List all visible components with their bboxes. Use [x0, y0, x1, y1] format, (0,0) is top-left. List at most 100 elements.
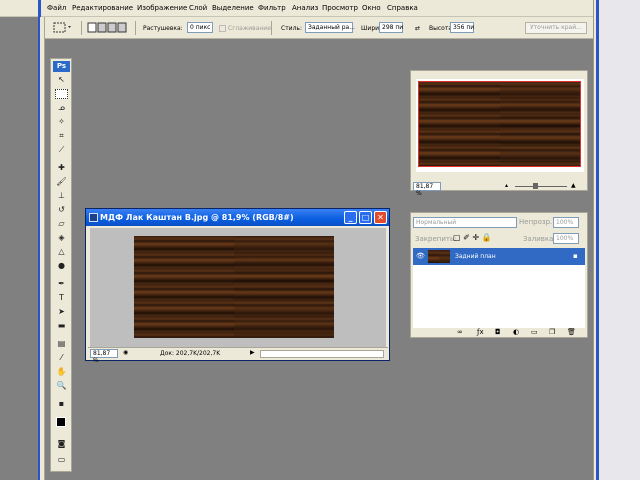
layers-panel: Нормальный Непрозр.: 100% Закрепить: ▢ ✐… — [410, 212, 588, 338]
eyedropper-tool-icon[interactable]: ⁄ — [55, 353, 68, 363]
brush-tool-icon[interactable]: 🖌 — [55, 177, 68, 187]
foreground-color-swatch[interactable] — [56, 417, 66, 427]
ps-logo: Ps — [53, 61, 70, 72]
path-select-tool-icon[interactable]: ➤ — [55, 307, 68, 317]
blend-mode-value: Нормальный — [416, 219, 457, 226]
horizontal-scrollbar[interactable] — [260, 350, 384, 358]
blur-tool-icon[interactable]: △ — [55, 247, 68, 257]
screen-mode-icon[interactable]: ▭ — [55, 455, 68, 465]
shape-tool-icon[interactable]: ▬ — [55, 321, 68, 331]
menu-bar: Файл Редактирование Изображение Слой Выд… — [0, 0, 600, 17]
refine-edge-button[interactable]: Уточнить край... — [525, 22, 587, 34]
width-input[interactable]: 298 пи — [379, 22, 403, 33]
document-title-bar[interactable]: МДФ Лак Каштан В.jpg @ 81,9% (RGB/8#) _ … — [86, 209, 389, 226]
desktop-edge — [600, 0, 640, 480]
marquee-tool-preset-icon[interactable] — [53, 21, 73, 33]
magic-wand-tool-icon[interactable]: ✧ — [55, 117, 68, 127]
layer-lock-icon: ▪ — [573, 252, 578, 260]
navigator-view-box[interactable] — [418, 81, 581, 167]
navigator-panel: 81,87 % ▴ ▲ — [410, 70, 588, 197]
document-status-bar: 81,87 % ◉ Док: 202,7K/202,7K ▶ — [88, 347, 388, 364]
rect-marquee-tool-icon[interactable] — [55, 89, 68, 99]
wood-texture-image — [134, 236, 334, 338]
delete-layer-icon[interactable]: 🗑 — [567, 328, 576, 336]
antialias-label: Сглаживание — [228, 24, 271, 32]
link-layers-icon[interactable]: ∞ — [457, 328, 463, 336]
document-window: МДФ Лак Каштан В.jpg @ 81,9% (RGB/8#) _ … — [85, 208, 390, 364]
bucket-tool-icon[interactable]: ◈ — [55, 233, 68, 243]
navigator-zoom-field[interactable]: 81,87 % — [413, 182, 441, 197]
zoom-tool-icon[interactable]: 🔍 — [55, 381, 68, 391]
menu-edit[interactable]: Редактирование — [72, 4, 133, 12]
feather-input[interactable]: 0 пикс — [187, 22, 213, 33]
swap-icon[interactable]: ⇄ — [415, 22, 420, 34]
navigator-slider-thumb[interactable] — [533, 183, 538, 189]
feather-label: Растушевка: — [143, 24, 183, 32]
layer-thumbnail — [428, 250, 450, 263]
new-layer-icon[interactable]: ❐ — [549, 328, 555, 336]
zoom-in-icon[interactable]: ▲ — [571, 182, 576, 189]
eraser-tool-icon[interactable]: ▱ — [55, 219, 68, 229]
slice-tool-icon[interactable]: ⟋ — [55, 145, 68, 155]
minimize-button[interactable]: _ — [344, 211, 357, 224]
zoom-out-icon[interactable]: ▴ — [505, 182, 508, 189]
selection-mode-icons[interactable] — [87, 22, 127, 34]
clone-stamp-tool-icon[interactable]: ⊥ — [55, 191, 68, 201]
quick-mask-icon[interactable]: ◙ — [55, 439, 68, 449]
style-select[interactable]: Заданный ра... — [305, 22, 355, 33]
toolbox: Ps ↖ ᓄ ✧ ⌗ ⟋ ✚ 🖌 ⊥ ↺ ▱ ◈ △ ● ✒ T ➤ ▬ ▤ ⁄… — [50, 58, 72, 472]
height-input[interactable]: 356 пи — [450, 22, 474, 33]
opacity-input[interactable]: 100% — [553, 217, 579, 228]
menu-file[interactable]: Файл — [47, 4, 66, 12]
style-label: Стиль: — [281, 24, 302, 32]
new-group-icon[interactable]: ▭ — [531, 328, 538, 336]
menu-image[interactable]: Изображение — [137, 4, 187, 12]
menu-select[interactable]: Выделение — [212, 4, 254, 12]
fill-input[interactable]: 100% — [553, 233, 579, 244]
navigator-zoom-slider[interactable] — [515, 186, 567, 187]
hand-tool-icon[interactable]: ✋ — [55, 367, 68, 377]
layer-row-background[interactable]: 👁 Задний план ▪ — [413, 248, 585, 265]
layer-visibility-eye-icon[interactable]: 👁 — [416, 252, 425, 260]
move-tool-icon[interactable]: ↖ — [55, 75, 68, 85]
document-canvas[interactable] — [90, 228, 386, 353]
opacity-label: Непрозр.: — [519, 218, 555, 226]
healing-brush-tool-icon[interactable]: ✚ — [55, 163, 68, 173]
pen-tool-icon[interactable]: ✒ — [55, 279, 68, 289]
maximize-button[interactable]: □ — [359, 211, 372, 224]
menu-layer[interactable]: Слой — [189, 4, 207, 12]
navigator-preview[interactable] — [416, 79, 584, 172]
ps-document-icon — [89, 213, 98, 222]
menu-help[interactable]: Справка — [387, 4, 418, 12]
fill-label: Заливка: — [523, 235, 556, 243]
document-title: МДФ Лак Каштан В.jpg @ 81,9% (RGB/8#) — [100, 213, 294, 222]
dodge-tool-icon[interactable]: ● — [55, 261, 68, 271]
lasso-tool-icon[interactable]: ᓄ — [55, 103, 68, 113]
menu-view[interactable]: Просмотр — [322, 4, 358, 12]
history-brush-tool-icon[interactable]: ↺ — [55, 205, 68, 215]
menu-filter[interactable]: Фильтр — [258, 4, 286, 12]
status-menu-arrow-icon[interactable]: ▶ — [250, 349, 255, 356]
layers-bottom-toolbar: ∞ ƒx ◘ ◐ ▭ ❐ 🗑 — [411, 327, 587, 338]
document-zoom-field[interactable]: 81,87 % — [90, 349, 118, 364]
crop-tool-icon[interactable]: ⌗ — [55, 131, 68, 141]
options-bar: Растушевка: 0 пикс Сглаживание Стиль: За… — [45, 17, 593, 39]
blend-mode-select[interactable]: Нормальный — [413, 217, 517, 228]
adjustment-layer-icon[interactable]: ◐ — [513, 328, 519, 336]
window-frame-left-inner — [40, 17, 45, 480]
antialias-checkbox[interactable]: Сглаживание — [219, 22, 271, 34]
notes-tool-icon[interactable]: ▤ — [55, 339, 68, 349]
menu-window[interactable]: Окно — [362, 4, 381, 12]
lock-icons[interactable]: ▢ ✐ ✛ 🔒 — [453, 233, 492, 242]
menu-analysis[interactable]: Анализ — [292, 4, 318, 12]
status-info-icon[interactable]: ◉ — [123, 349, 128, 356]
window-frame-right-blue — [596, 0, 599, 480]
lock-label: Закрепить: — [415, 235, 457, 243]
navigator-controls: 81,87 % ▴ ▲ — [413, 182, 587, 197]
document-info: Док: 202,7K/202,7K — [160, 350, 221, 357]
layer-mask-icon[interactable]: ◘ — [495, 328, 501, 336]
layer-style-icon[interactable]: ƒx — [477, 328, 484, 336]
default-colors-icon[interactable]: ▪ — [55, 399, 68, 409]
type-tool-icon[interactable]: T — [55, 293, 68, 303]
close-button[interactable]: ✕ — [374, 211, 387, 224]
